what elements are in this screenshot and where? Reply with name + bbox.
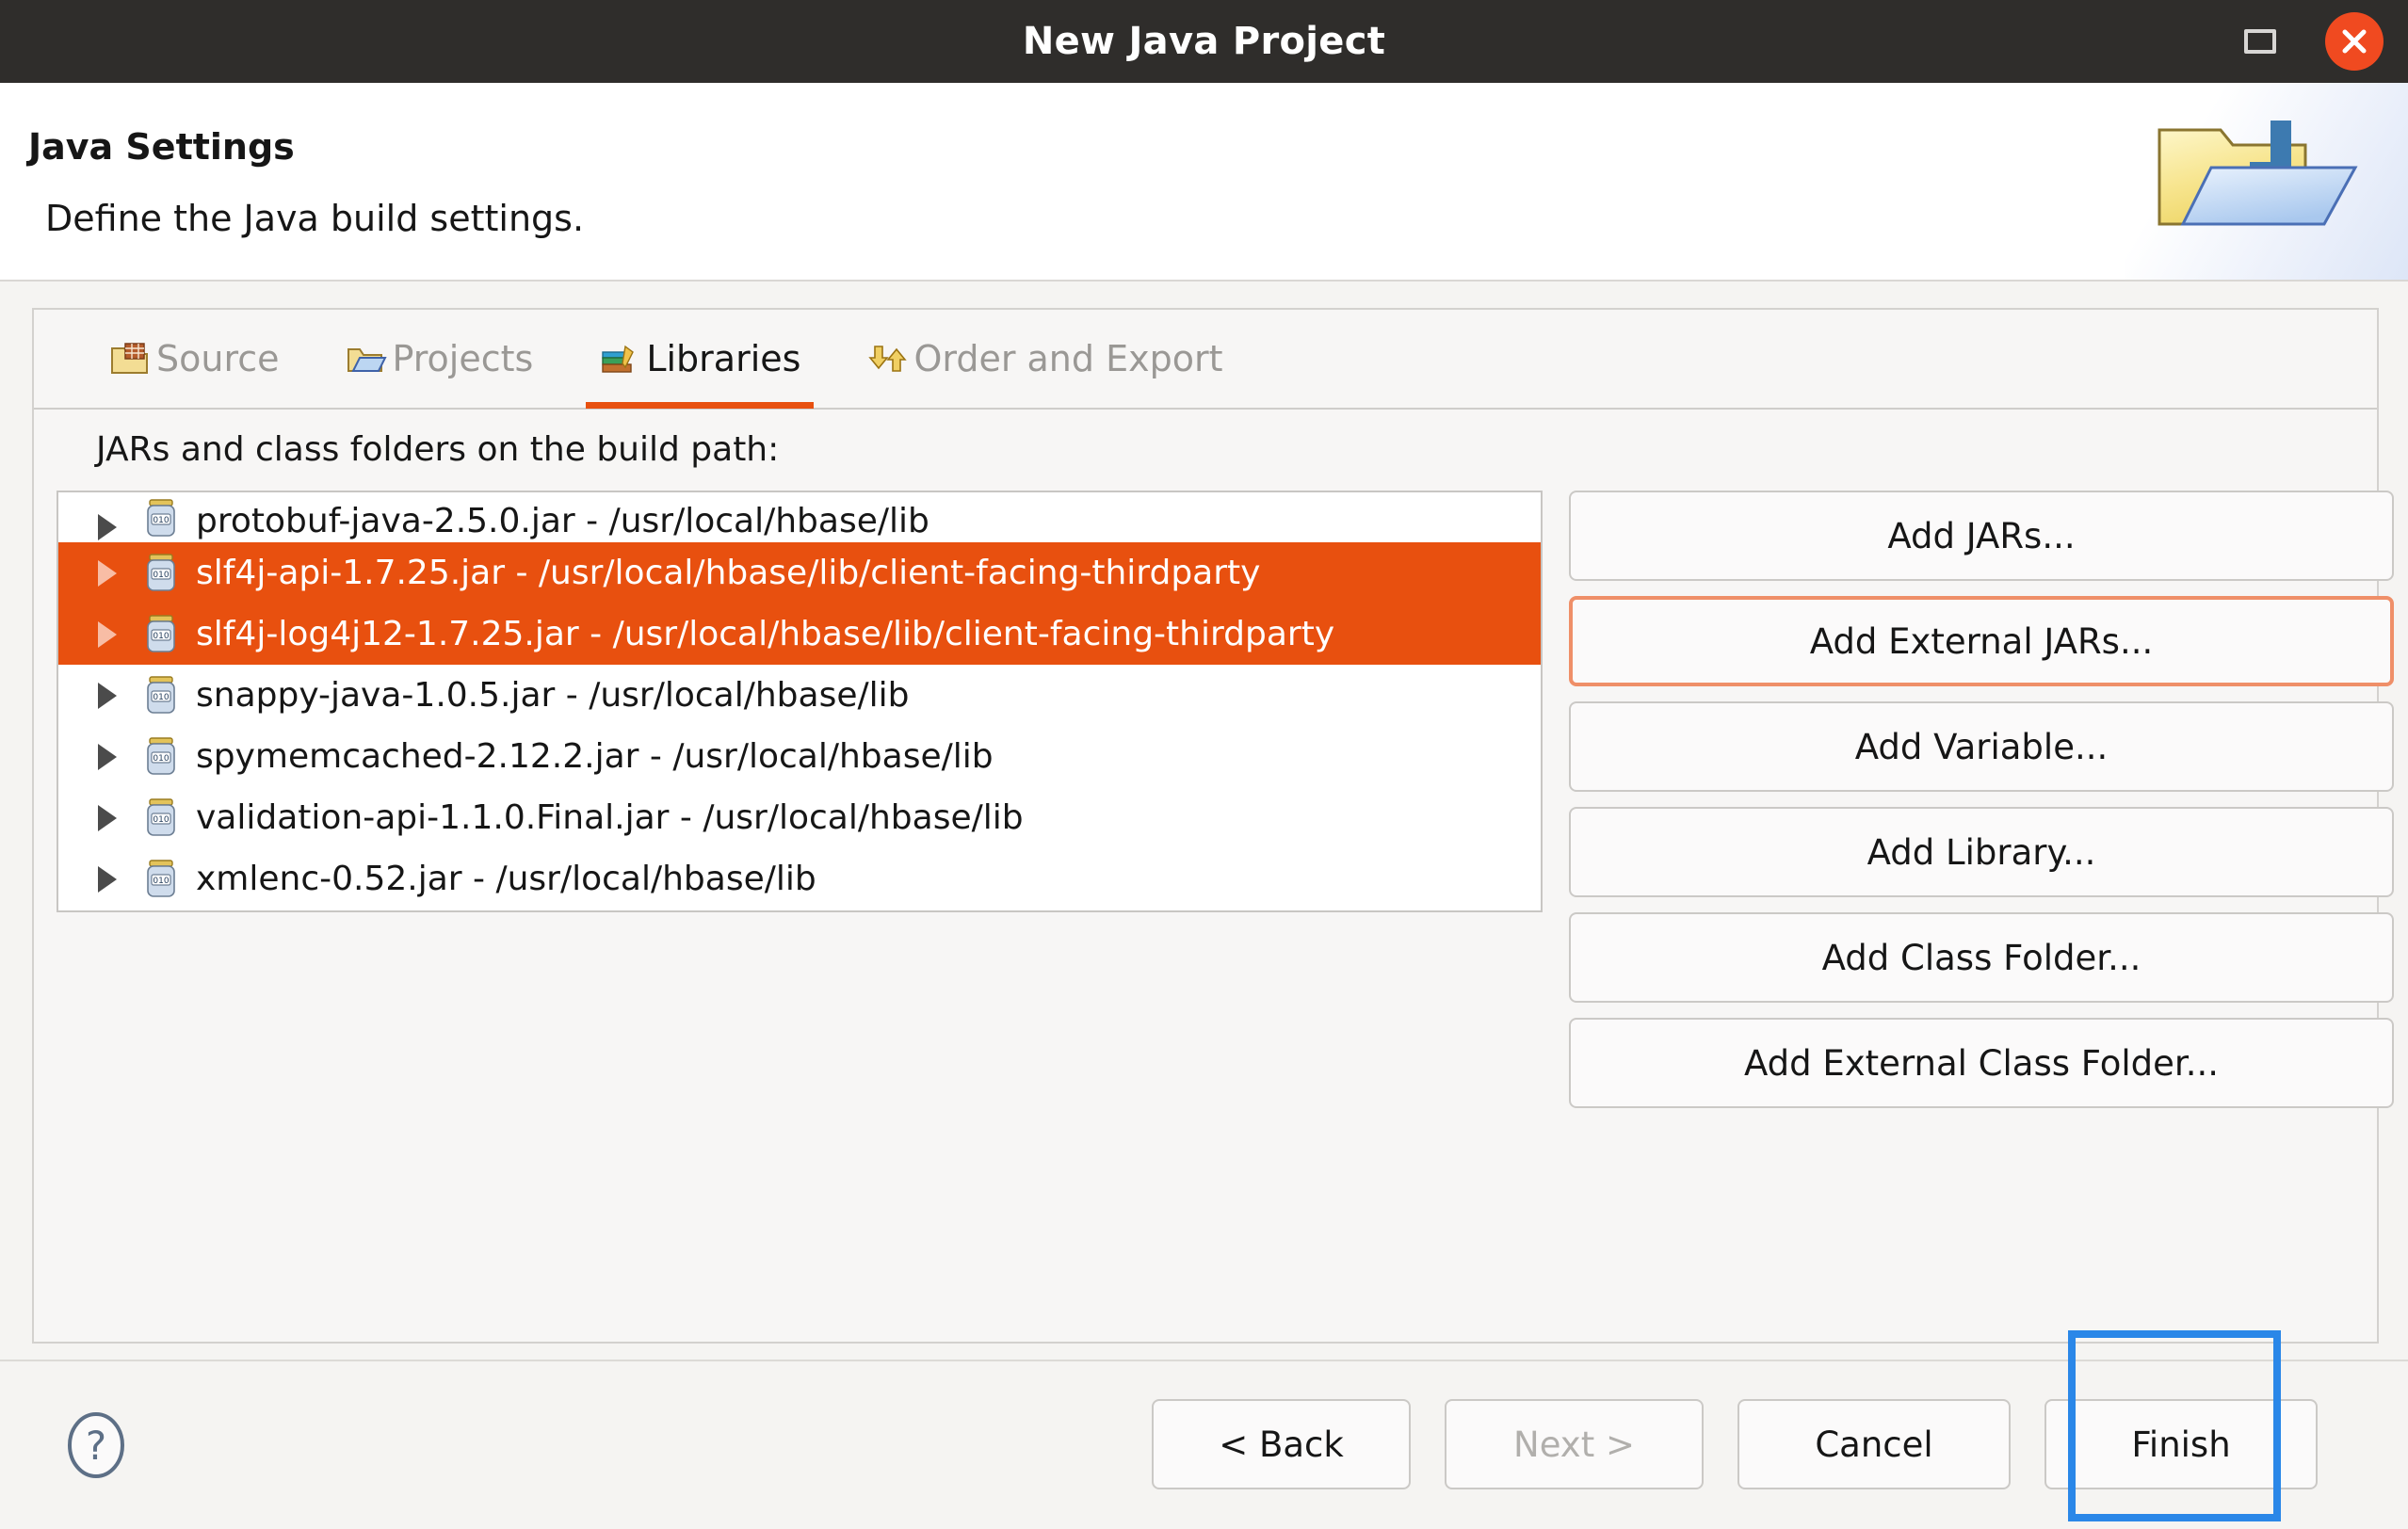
new-java-project-dialog: New Java Project Java Settings Define th… <box>0 0 2408 1529</box>
jar-icon: 010 <box>147 736 175 775</box>
page-title: Java Settings <box>28 126 295 168</box>
tab-libraries[interactable]: Libraries <box>586 309 815 409</box>
dialog-footer: ? < Back Next > Cancel Finish <box>0 1360 2408 1529</box>
expand-arrow-icon[interactable] <box>98 514 117 540</box>
jar-icon: 010 <box>147 859 175 897</box>
source-folder-icon <box>111 343 148 374</box>
list-item-label: xmlenc-0.52.jar - /usr/local/hbase/lib <box>196 860 816 898</box>
jar-icon: 010 <box>147 797 175 836</box>
list-item-label: slf4j-log4j12-1.7.25.jar - /usr/local/hb… <box>196 615 1335 653</box>
tab-projects-label: Projects <box>392 338 534 379</box>
page-subtitle: Define the Java build settings. <box>45 198 585 239</box>
expand-arrow-icon[interactable] <box>98 804 117 831</box>
dialog-header: Java Settings Define the Java build sett… <box>0 83 2408 282</box>
next-button[interactable]: Next > <box>1445 1399 1704 1489</box>
list-item-label: validation-api-1.1.0.Final.jar - /usr/lo… <box>196 798 1024 837</box>
tab-bar: Source Projects Libraries Order and Expo… <box>34 310 2377 410</box>
list-item[interactable]: 010 xmlenc-0.52.jar - /usr/local/hbase/l… <box>58 848 1541 909</box>
svg-text:010: 010 <box>153 754 169 764</box>
list-item[interactable]: 010 slf4j-api-1.7.25.jar - /usr/local/hb… <box>58 542 1541 604</box>
list-item-label: slf4j-api-1.7.25.jar - /usr/local/hbase/… <box>196 554 1261 592</box>
build-path-label: JARs and class folders on the build path… <box>96 430 780 469</box>
svg-text:010: 010 <box>153 815 169 825</box>
add-class-folder-button[interactable]: Add Class Folder... <box>1569 912 2394 1003</box>
svg-text:010: 010 <box>153 693 169 702</box>
svg-text:010: 010 <box>153 516 169 525</box>
expand-arrow-icon[interactable] <box>98 620 117 648</box>
finish-button[interactable]: Finish <box>2044 1399 2318 1489</box>
list-item-label: snappy-java-1.0.5.jar - /usr/local/hbase… <box>196 676 910 715</box>
tab-order-and-export-label: Order and Export <box>913 338 1223 379</box>
list-item[interactable]: 010 slf4j-log4j12-1.7.25.jar - /usr/loca… <box>58 604 1541 665</box>
dialog-body: Source Projects Libraries Order and Expo… <box>0 282 2408 1529</box>
java-project-folder-icon <box>2158 121 2358 226</box>
tab-libraries-label: Libraries <box>646 338 801 379</box>
libraries-books-icon <box>602 345 635 373</box>
jar-icon: 010 <box>147 675 175 714</box>
svg-text:010: 010 <box>153 571 169 580</box>
list-item[interactable]: 010 protobuf-java-2.5.0.jar - /usr/local… <box>58 492 1541 542</box>
projects-folder-icon <box>347 348 387 372</box>
expand-arrow-icon[interactable] <box>98 559 117 587</box>
add-external-jars-button[interactable]: Add External JARs... <box>1569 596 2394 686</box>
cancel-button[interactable]: Cancel <box>1737 1399 2011 1489</box>
jar-icon: 010 <box>147 553 175 591</box>
window-controls <box>2244 0 2384 83</box>
list-item[interactable]: 010 xz-1.0.jar - /usr/local/hbase/lib <box>58 909 1541 910</box>
library-action-buttons: Add JARs... Add External JARs... Add Var… <box>1569 491 2394 1108</box>
list-item-label: spymemcached-2.12.2.jar - /usr/local/hba… <box>196 737 994 776</box>
close-icon <box>2342 29 2367 54</box>
wizard-navigation-buttons: < Back Next > Cancel Finish <box>1152 1399 2318 1489</box>
jar-icon: 010 <box>147 614 175 652</box>
help-question-icon[interactable]: ? <box>62 1408 130 1482</box>
order-arrows-icon <box>868 346 908 372</box>
list-item-label: protobuf-java-2.5.0.jar - /usr/local/hba… <box>196 502 929 540</box>
tab-order-and-export[interactable]: Order and Export <box>853 309 1236 409</box>
back-button[interactable]: < Back <box>1152 1399 1411 1489</box>
expand-arrow-icon[interactable] <box>98 743 117 770</box>
svg-text:010: 010 <box>153 877 169 886</box>
add-jars-button[interactable]: Add JARs... <box>1569 491 2394 581</box>
jar-icon: 010 <box>147 499 175 537</box>
add-external-class-folder-button[interactable]: Add External Class Folder... <box>1569 1018 2394 1108</box>
settings-panel: Source Projects Libraries Order and Expo… <box>32 308 2394 1344</box>
tab-source-label: Source <box>156 338 280 379</box>
title-bar: New Java Project <box>0 0 2408 83</box>
maximize-icon[interactable] <box>2244 29 2276 54</box>
svg-text:010: 010 <box>153 632 169 641</box>
close-button[interactable] <box>2325 12 2384 71</box>
list-item[interactable]: 010 spymemcached-2.12.2.jar - /usr/local… <box>58 726 1541 787</box>
add-variable-button[interactable]: Add Variable... <box>1569 701 2394 792</box>
list-item[interactable]: 010 snappy-java-1.0.5.jar - /usr/local/h… <box>58 665 1541 726</box>
window-title: New Java Project <box>1022 20 1386 63</box>
svg-text:?: ? <box>86 1423 106 1469</box>
expand-arrow-icon[interactable] <box>98 865 117 893</box>
list-item[interactable]: 010 validation-api-1.1.0.Final.jar - /us… <box>58 787 1541 848</box>
tab-source[interactable]: Source <box>96 309 293 409</box>
expand-arrow-icon[interactable] <box>98 682 117 709</box>
add-library-button[interactable]: Add Library... <box>1569 807 2394 897</box>
tab-projects[interactable]: Projects <box>332 309 547 409</box>
build-path-list[interactable]: 010 protobuf-java-2.5.0.jar - /usr/local… <box>57 491 1543 912</box>
